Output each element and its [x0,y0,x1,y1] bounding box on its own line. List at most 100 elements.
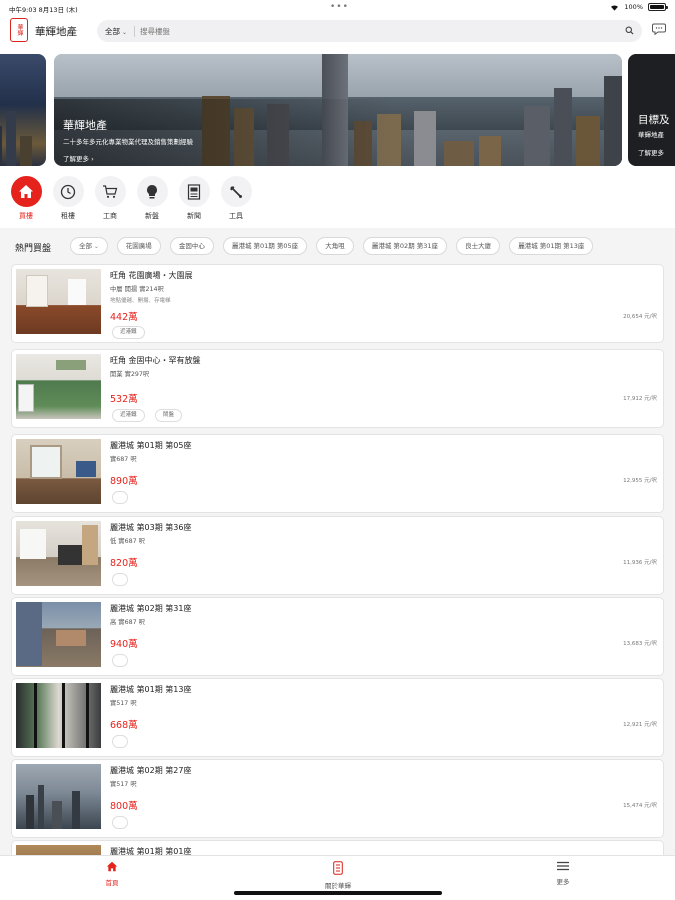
listing-tag [112,735,128,748]
district-chip[interactable]: 大角咀 [316,237,354,255]
tab-more[interactable]: 更多 [533,861,593,886]
listing-card[interactable]: 麗港城 第01期 第05座 實687 呎 890萬 12,955 元/呎 [11,434,664,513]
filter-chips: 全部 ⌄ 花園廣場 金固中心 麗港城 第01期 第05座 大角咀 麗港城 第02… [70,237,670,257]
status-right: 100% [610,3,668,11]
listing-features: 地點優越、開揚、存電梯 [110,298,171,304]
district-chip[interactable]: 花園廣場 [116,237,161,255]
tools-icon [230,185,242,198]
district-chip[interactable]: 麗港城 第01期 第13座 [509,237,594,255]
listing-unit-price: 13,683 元/呎 [623,641,657,647]
filter-all-chip[interactable]: 全部 ⌄ [70,237,108,255]
chevron-down-icon: ⌄ [122,29,128,36]
listing-card[interactable]: 麗港城 第01期 第13座 實517 呎 668萬 12,921 元/呎 [11,678,664,757]
chevron-down-icon: ⌄ [94,244,99,250]
listing-details: 低 實687 呎 [110,538,145,545]
listing-title: 麗港城 第01期 第13座 [110,685,192,694]
district-chip[interactable]: 金固中心 [169,237,214,255]
banner-slide-main[interactable]: 華輝地產 二十多年多元化專業物業代理及銷售策劃經驗 了解更多 › [54,54,622,166]
listing-tag [112,816,128,829]
listing-unit-price: 11,936 元/呎 [623,560,657,566]
listing-details: 中層 開揚 實214呎 [110,286,164,293]
brand-name: 華輝地產 [35,26,77,38]
tab-about[interactable]: 關於華輝 [308,861,368,890]
listing-photo [16,439,101,504]
quick-nav-label: 工具 [229,212,243,220]
listing-card[interactable]: 麗港城 第02期 第27座 實517 呎 800萬 15,474 元/呎 [11,759,664,838]
listing-details: 高 實687 呎 [110,619,145,626]
quick-nav-rent[interactable]: 租樓 [51,176,85,221]
banner-slide-prev[interactable] [0,54,46,166]
home-icon [19,185,33,198]
listing-details: 實517 呎 [110,781,137,788]
listing-photo [16,521,101,586]
listing-price: 442萬 [110,312,138,323]
quick-nav: 買樓 租樓 工商 新盤 新聞 工具 [0,170,675,228]
listing-title: 旺角 金固中心・罕有放盤 [110,356,201,365]
listing-price: 820萬 [110,558,138,569]
tab-label: 首頁 [105,879,119,887]
listing-photo [16,764,101,829]
listing-price: 940萬 [110,639,138,650]
search-icon[interactable] [625,26,634,35]
district-chip[interactable]: 麗港城 第02期 第31座 [362,237,448,255]
listing-details: 實687 呎 [110,456,137,463]
listing-unit-price: 20,654 元/呎 [623,314,657,320]
status-time: 中午9:03 8月13日 (木) [9,6,78,14]
listing-card[interactable]: 麗港城 第02期 第31座 高 實687 呎 940萬 13,683 元/呎 [11,597,664,676]
brand-logo-icon[interactable]: 華輝 [10,18,28,42]
battery-icon [648,3,668,11]
listing-card[interactable]: 麗港城 第03期 第36座 低 實687 呎 820萬 11,936 元/呎 [11,516,664,595]
quick-nav-commercial[interactable]: 工商 [93,176,127,221]
next-banner-more-link[interactable]: 了解更多 [638,147,664,157]
next-banner-subtitle: 華輝地產 [638,131,664,139]
listing-photo [16,683,101,748]
listing-tag [112,654,128,667]
quick-nav-label: 工商 [103,212,117,220]
search-input[interactable] [140,23,610,39]
tab-home[interactable]: 首頁 [82,861,142,887]
banner-carousel[interactable]: 華輝地產 二十多年多元化專業物業代理及銷售策劃經驗 了解更多 › 目標及 華輝地… [0,48,675,170]
listing-tag [112,573,128,586]
quick-nav-label: 租樓 [61,212,75,220]
quick-nav-new-development[interactable]: 新盤 [135,176,169,221]
home-icon [106,861,118,872]
tab-label: 關於華輝 [325,882,351,890]
quick-nav-label: 新盤 [145,212,159,220]
listing-card[interactable]: 旺角 花園廣場・大園展 中層 開揚 實214呎 地點優越、開揚、存電梯 442萬… [11,264,664,343]
listing-title: 麗港城 第03期 第36座 [110,523,192,532]
listing-unit-price: 17,912 元/呎 [623,396,657,402]
cart-icon [103,185,118,198]
listing-card[interactable]: 旺角 金固中心・罕有放盤 開業 實297呎 532萬 17,912 元/呎 近港… [11,349,664,428]
quick-nav-label: 買樓 [19,212,33,220]
news-icon [187,183,201,200]
multitask-dots[interactable]: ••• [330,2,349,12]
district-chip[interactable]: 良士大廈 [456,237,501,255]
quick-nav-buy[interactable]: 買樓 [9,176,43,221]
listing-tag: 鬧盤 [155,409,183,422]
next-banner-title: 目標及 [638,114,670,126]
listing-details: 實517 呎 [110,700,137,707]
listing-price: 532萬 [110,394,138,405]
listing-title: 旺角 花園廣場・大園展 [110,271,193,280]
banner-slide-next[interactable]: 目標及 華輝地產 了解更多 [628,54,675,166]
listing-price: 668萬 [110,720,138,731]
chat-icon[interactable] [652,23,666,35]
search-bar[interactable]: 全部 ⌄ [97,20,642,42]
clock-icon [60,184,76,199]
quick-nav-tools[interactable]: 工具 [219,176,253,221]
banner-more-link[interactable]: 了解更多 › [63,153,94,163]
quick-nav-news[interactable]: 新聞 [177,176,211,221]
app-header: 華輝 華輝地產 全部 ⌄ [0,14,675,48]
search-divider [134,26,135,37]
section-title: 熱門買盤 [15,244,52,254]
brand-logo-icon [333,861,343,875]
listing-tag [112,491,128,504]
district-chip[interactable]: 麗港城 第01期 第05座 [222,237,308,255]
battery-percent: 100% [624,3,643,11]
listing-title: 麗港城 第01期 第05座 [110,441,192,450]
search-scope-select[interactable]: 全部 ⌄ [105,26,127,37]
listing-unit-price: 12,955 元/呎 [623,478,657,484]
hot-listings-section: 熱門買盤 全部 ⌄ 花園廣場 金固中心 麗港城 第01期 第05座 大角咀 麗港… [8,232,670,870]
listing-photo [16,602,101,667]
listing-title: 麗港城 第02期 第31座 [110,604,192,613]
